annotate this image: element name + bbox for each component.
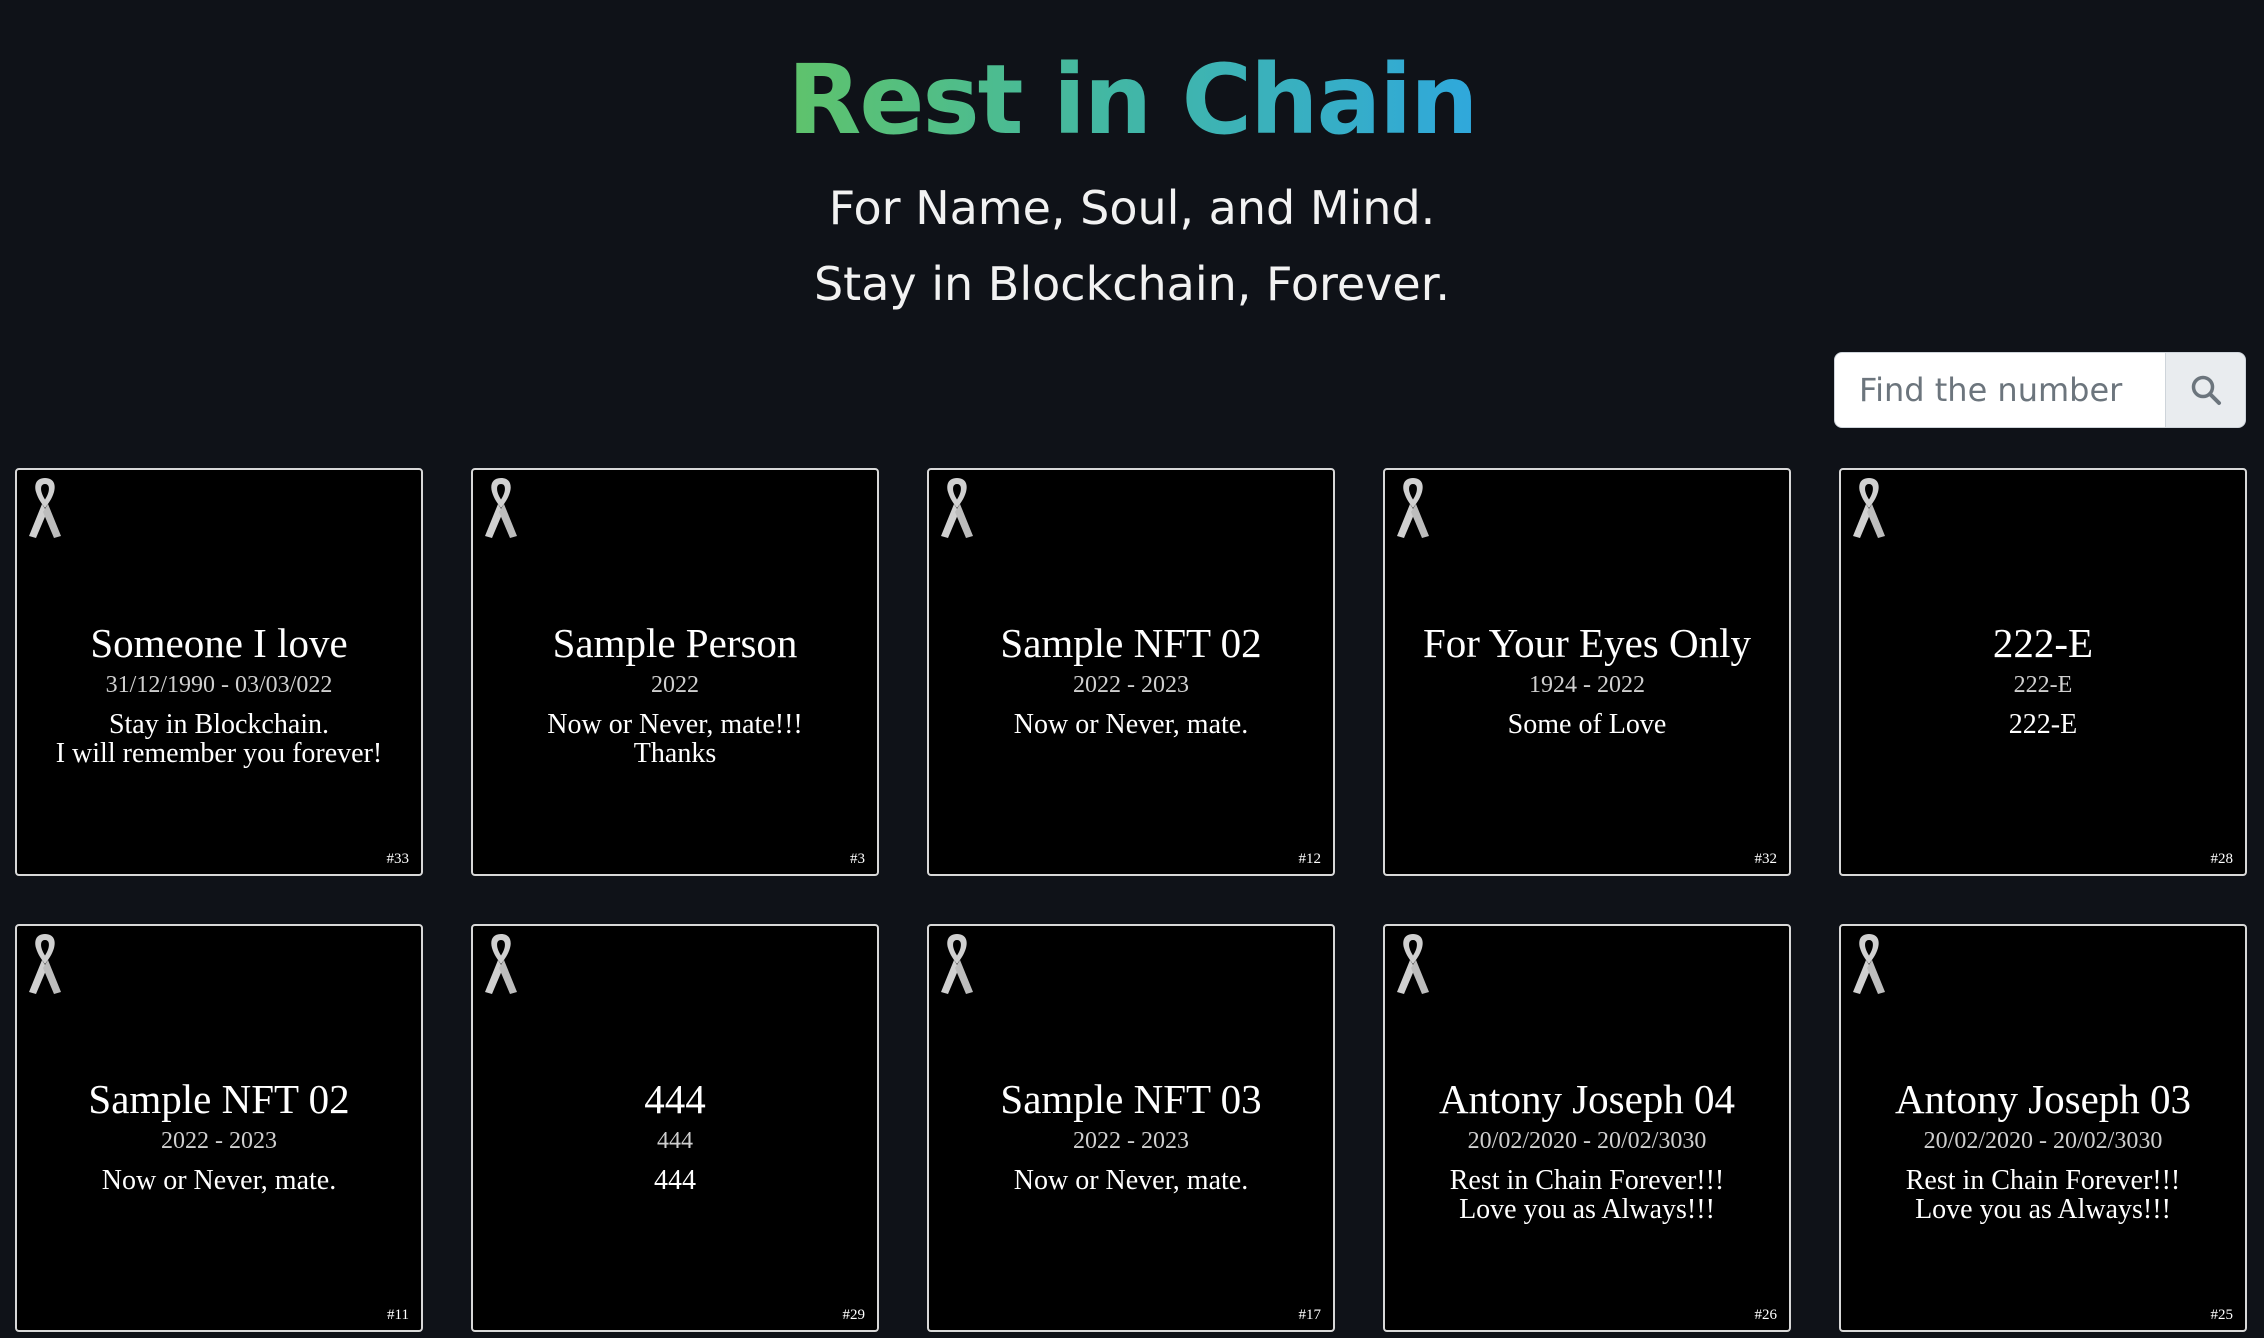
card-name: Antony Joseph 03: [1894, 1076, 2192, 1122]
card-name: Sample Person: [552, 620, 798, 666]
awareness-ribbon-icon: [1397, 478, 1429, 538]
card-dates: 2022 - 2023: [1073, 1128, 1189, 1154]
awareness-ribbon-icon: [941, 934, 973, 994]
card-body: Sample NFT 02 2022 - 2023 Now or Never, …: [929, 618, 1333, 739]
card-body: Sample NFT 02 2022 - 2023 Now or Never, …: [17, 1074, 421, 1195]
card-message: Now or Never, mate!!! Thanks: [547, 709, 803, 769]
awareness-ribbon-icon: [941, 478, 973, 538]
card-dates: 20/02/2020 - 20/02/3030: [1923, 1128, 2163, 1154]
card-token-id: #17: [1298, 1307, 1322, 1323]
card-dates: 31/12/1990 - 03/03/022: [105, 672, 333, 698]
card-name: For Your Eyes Only: [1422, 620, 1752, 666]
card-name: Sample NFT 02: [1000, 620, 1262, 666]
card-body: Sample NFT 03 2022 - 2023 Now or Never, …: [929, 1074, 1333, 1195]
awareness-ribbon-icon: [29, 478, 61, 538]
card-body: 222-E 222-E 222-E: [1841, 618, 2245, 739]
search-input[interactable]: [1834, 352, 2166, 428]
card-message: Some of Love: [1507, 709, 1667, 740]
card-token-id: #26: [1754, 1307, 1778, 1323]
card-dates: 20/02/2020 - 20/02/3030: [1467, 1128, 1707, 1154]
card-body: Sample Person 2022 Now or Never, mate!!!…: [473, 618, 877, 768]
memorial-card[interactable]: Sample Person 2022 Now or Never, mate!!!…: [471, 468, 879, 876]
card-body: Antony Joseph 04 20/02/2020 - 20/02/3030…: [1385, 1074, 1789, 1224]
search-button[interactable]: [2166, 352, 2246, 428]
card-token-id: #12: [1298, 851, 1322, 867]
card-token-id: #28: [2210, 851, 2234, 867]
memorial-card[interactable]: Someone I love 31/12/1990 - 03/03/022 St…: [15, 468, 423, 876]
card-token-id: #33: [386, 851, 410, 867]
card-message: 222-E: [2008, 709, 2078, 740]
card-token-id: #25: [2210, 1307, 2234, 1323]
awareness-ribbon-icon: [1853, 934, 1885, 994]
memorial-card[interactable]: Antony Joseph 03 20/02/2020 - 20/02/3030…: [1839, 924, 2247, 1332]
card-token-id: #3: [850, 851, 865, 867]
card-name: Sample NFT 03: [1000, 1076, 1262, 1122]
card-name: Sample NFT 02: [88, 1076, 350, 1122]
card-name: 444: [644, 1076, 706, 1122]
card-body: Someone I love 31/12/1990 - 03/03/022 St…: [17, 618, 421, 768]
card-body: Antony Joseph 03 20/02/2020 - 20/02/3030…: [1841, 1074, 2245, 1224]
card-body: For Your Eyes Only 1924 - 2022 Some of L…: [1385, 618, 1789, 739]
card-message: Now or Never, mate.: [1013, 709, 1249, 740]
tagline-line-2: Stay in Blockchain, Forever.: [813, 257, 1451, 311]
awareness-ribbon-icon: [29, 934, 61, 994]
card-message: Rest in Chain Forever!!! Love you as Alw…: [1905, 1165, 2181, 1225]
card-dates: 2022 - 2023: [1073, 672, 1189, 698]
memorial-card[interactable]: Antony Joseph 04 20/02/2020 - 20/02/3030…: [1383, 924, 1791, 1332]
card-name: Someone I love: [90, 620, 348, 666]
card-dates: 2022 - 2023: [161, 1128, 277, 1154]
card-dates: 2022: [651, 672, 699, 698]
card-token-id: #32: [1754, 851, 1778, 867]
card-message: Now or Never, mate.: [101, 1165, 337, 1196]
page-title: Rest in Chain: [787, 44, 1479, 156]
card-message: Rest in Chain Forever!!! Love you as Alw…: [1449, 1165, 1725, 1225]
card-message: Stay in Blockchain. I will remember you …: [55, 709, 383, 769]
card-name: Antony Joseph 04: [1438, 1076, 1736, 1122]
search-bar: [1834, 352, 2246, 428]
card-message: 444: [654, 1165, 696, 1196]
awareness-ribbon-icon: [1853, 478, 1885, 538]
memorial-card[interactable]: For Your Eyes Only 1924 - 2022 Some of L…: [1383, 468, 1791, 876]
card-dates: 1924 - 2022: [1529, 672, 1645, 698]
awareness-ribbon-icon: [1397, 934, 1429, 994]
awareness-ribbon-icon: [485, 934, 517, 994]
card-message: Now or Never, mate.: [1013, 1165, 1249, 1196]
memorial-card[interactable]: 444 444 444 #29: [471, 924, 879, 1332]
tagline-line-1: For Name, Soul, and Mind.: [828, 181, 1436, 235]
card-dates: 222-E: [2013, 672, 2073, 698]
memorial-card[interactable]: Sample NFT 02 2022 - 2023 Now or Never, …: [15, 924, 423, 1332]
awareness-ribbon-icon: [485, 478, 517, 538]
card-token-id: #29: [842, 1307, 866, 1323]
search-icon: [2191, 375, 2221, 405]
memorial-card[interactable]: Sample NFT 02 2022 - 2023 Now or Never, …: [927, 468, 1335, 876]
card-name: 222-E: [1992, 620, 2094, 666]
memorial-card[interactable]: Sample NFT 03 2022 - 2023 Now or Never, …: [927, 924, 1335, 1332]
card-body: 444 444 444: [473, 1074, 877, 1195]
card-dates: 444: [657, 1128, 693, 1154]
card-token-id: #11: [387, 1307, 409, 1323]
memorial-card[interactable]: 222-E 222-E 222-E #28: [1839, 468, 2247, 876]
